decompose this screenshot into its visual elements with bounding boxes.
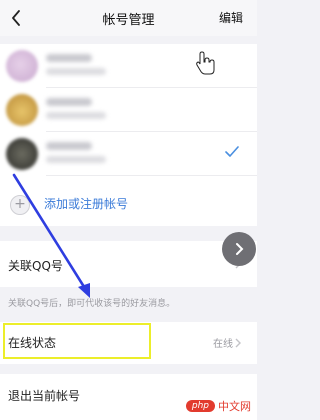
watermark: php 中文网 <box>185 397 251 415</box>
watermark-text: 中文网 <box>218 400 251 413</box>
watermark-badge: php <box>185 400 215 412</box>
arrow-icon <box>12 173 90 298</box>
hand-cursor-icon <box>196 51 215 75</box>
annotation-layer <box>12 51 215 298</box>
